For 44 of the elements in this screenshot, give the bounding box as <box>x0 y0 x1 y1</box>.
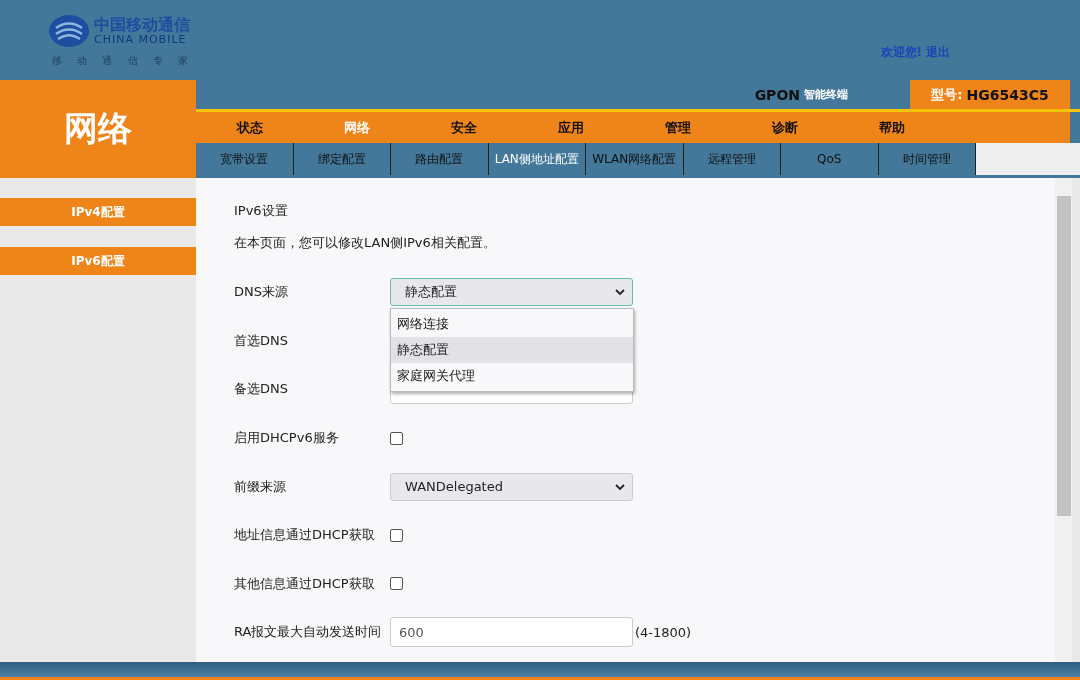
input-field[interactable]: 600 <box>390 617 633 648</box>
checkbox[interactable] <box>390 528 403 542</box>
chevron-down-icon <box>614 482 626 491</box>
main-menu-item[interactable]: 安全 <box>410 112 517 143</box>
range-hint: (4-1800) <box>635 624 692 640</box>
page-title: IPv6设置 <box>234 202 289 220</box>
sub-menu-tab[interactable]: 绑定配置 <box>293 143 391 175</box>
sub-menu-tab[interactable]: QoS <box>781 143 879 175</box>
page-description: 在本页面，您可以修改LAN侧IPv6相关配置。 <box>234 234 497 252</box>
chevron-down-icon <box>614 288 626 297</box>
sub-menu-tab[interactable]: 时间管理 <box>878 143 976 175</box>
sub-menu-tab[interactable]: 路由配置 <box>391 143 489 175</box>
field-label: 启用DHCPv6服务 <box>234 429 340 448</box>
product-subtitle: 智能终端 <box>804 87 848 102</box>
model-label: 型号: <box>931 85 963 104</box>
dropdown-option[interactable]: 网络连接 <box>391 311 633 337</box>
select-field[interactable]: 静态配置 <box>390 278 633 307</box>
select-field[interactable]: WANDelegated <box>390 472 633 501</box>
model-number: HG6543C5 <box>966 86 1049 103</box>
sub-menu-tab[interactable]: 宽带设置 <box>196 143 294 175</box>
field-label: 地址信息通过DHCP获取 <box>234 526 376 545</box>
field-label: DNS来源 <box>234 283 289 302</box>
main-menu-item[interactable]: 帮助 <box>838 112 945 143</box>
field-label: 首选DNS <box>234 331 289 350</box>
field-label: 备选DNS <box>234 380 289 399</box>
checkbox[interactable] <box>390 431 403 445</box>
main-menu-item[interactable]: 应用 <box>517 112 624 143</box>
dropdown-option[interactable]: 家庭网关代理 <box>391 363 633 389</box>
sub-menu-tab[interactable]: 远程管理 <box>683 143 781 175</box>
main-menu-item[interactable]: 状态 <box>196 112 303 143</box>
field-label: 其他信息通过DHCP获取 <box>234 574 376 593</box>
checkbox[interactable] <box>390 577 403 591</box>
dropdown-option[interactable]: 静态配置 <box>391 337 633 363</box>
sub-menu-tab[interactable]: WLAN网络配置 <box>586 143 684 175</box>
scrollbar[interactable] <box>1055 178 1072 662</box>
section-title: 网络 <box>0 80 196 178</box>
field-label: RA报文最大自动发送时间 <box>234 623 383 642</box>
main-menu-item[interactable]: 诊断 <box>731 112 838 143</box>
logo-icon <box>48 14 90 48</box>
main-menu-item[interactable]: 管理 <box>624 112 731 143</box>
field-label: 前缀来源 <box>234 477 287 496</box>
sub-menu-tab[interactable]: LAN侧地址配置 <box>488 143 586 175</box>
product-type: GPON <box>754 86 800 103</box>
logo-subtitle: CHINA MOBILE <box>94 34 188 46</box>
